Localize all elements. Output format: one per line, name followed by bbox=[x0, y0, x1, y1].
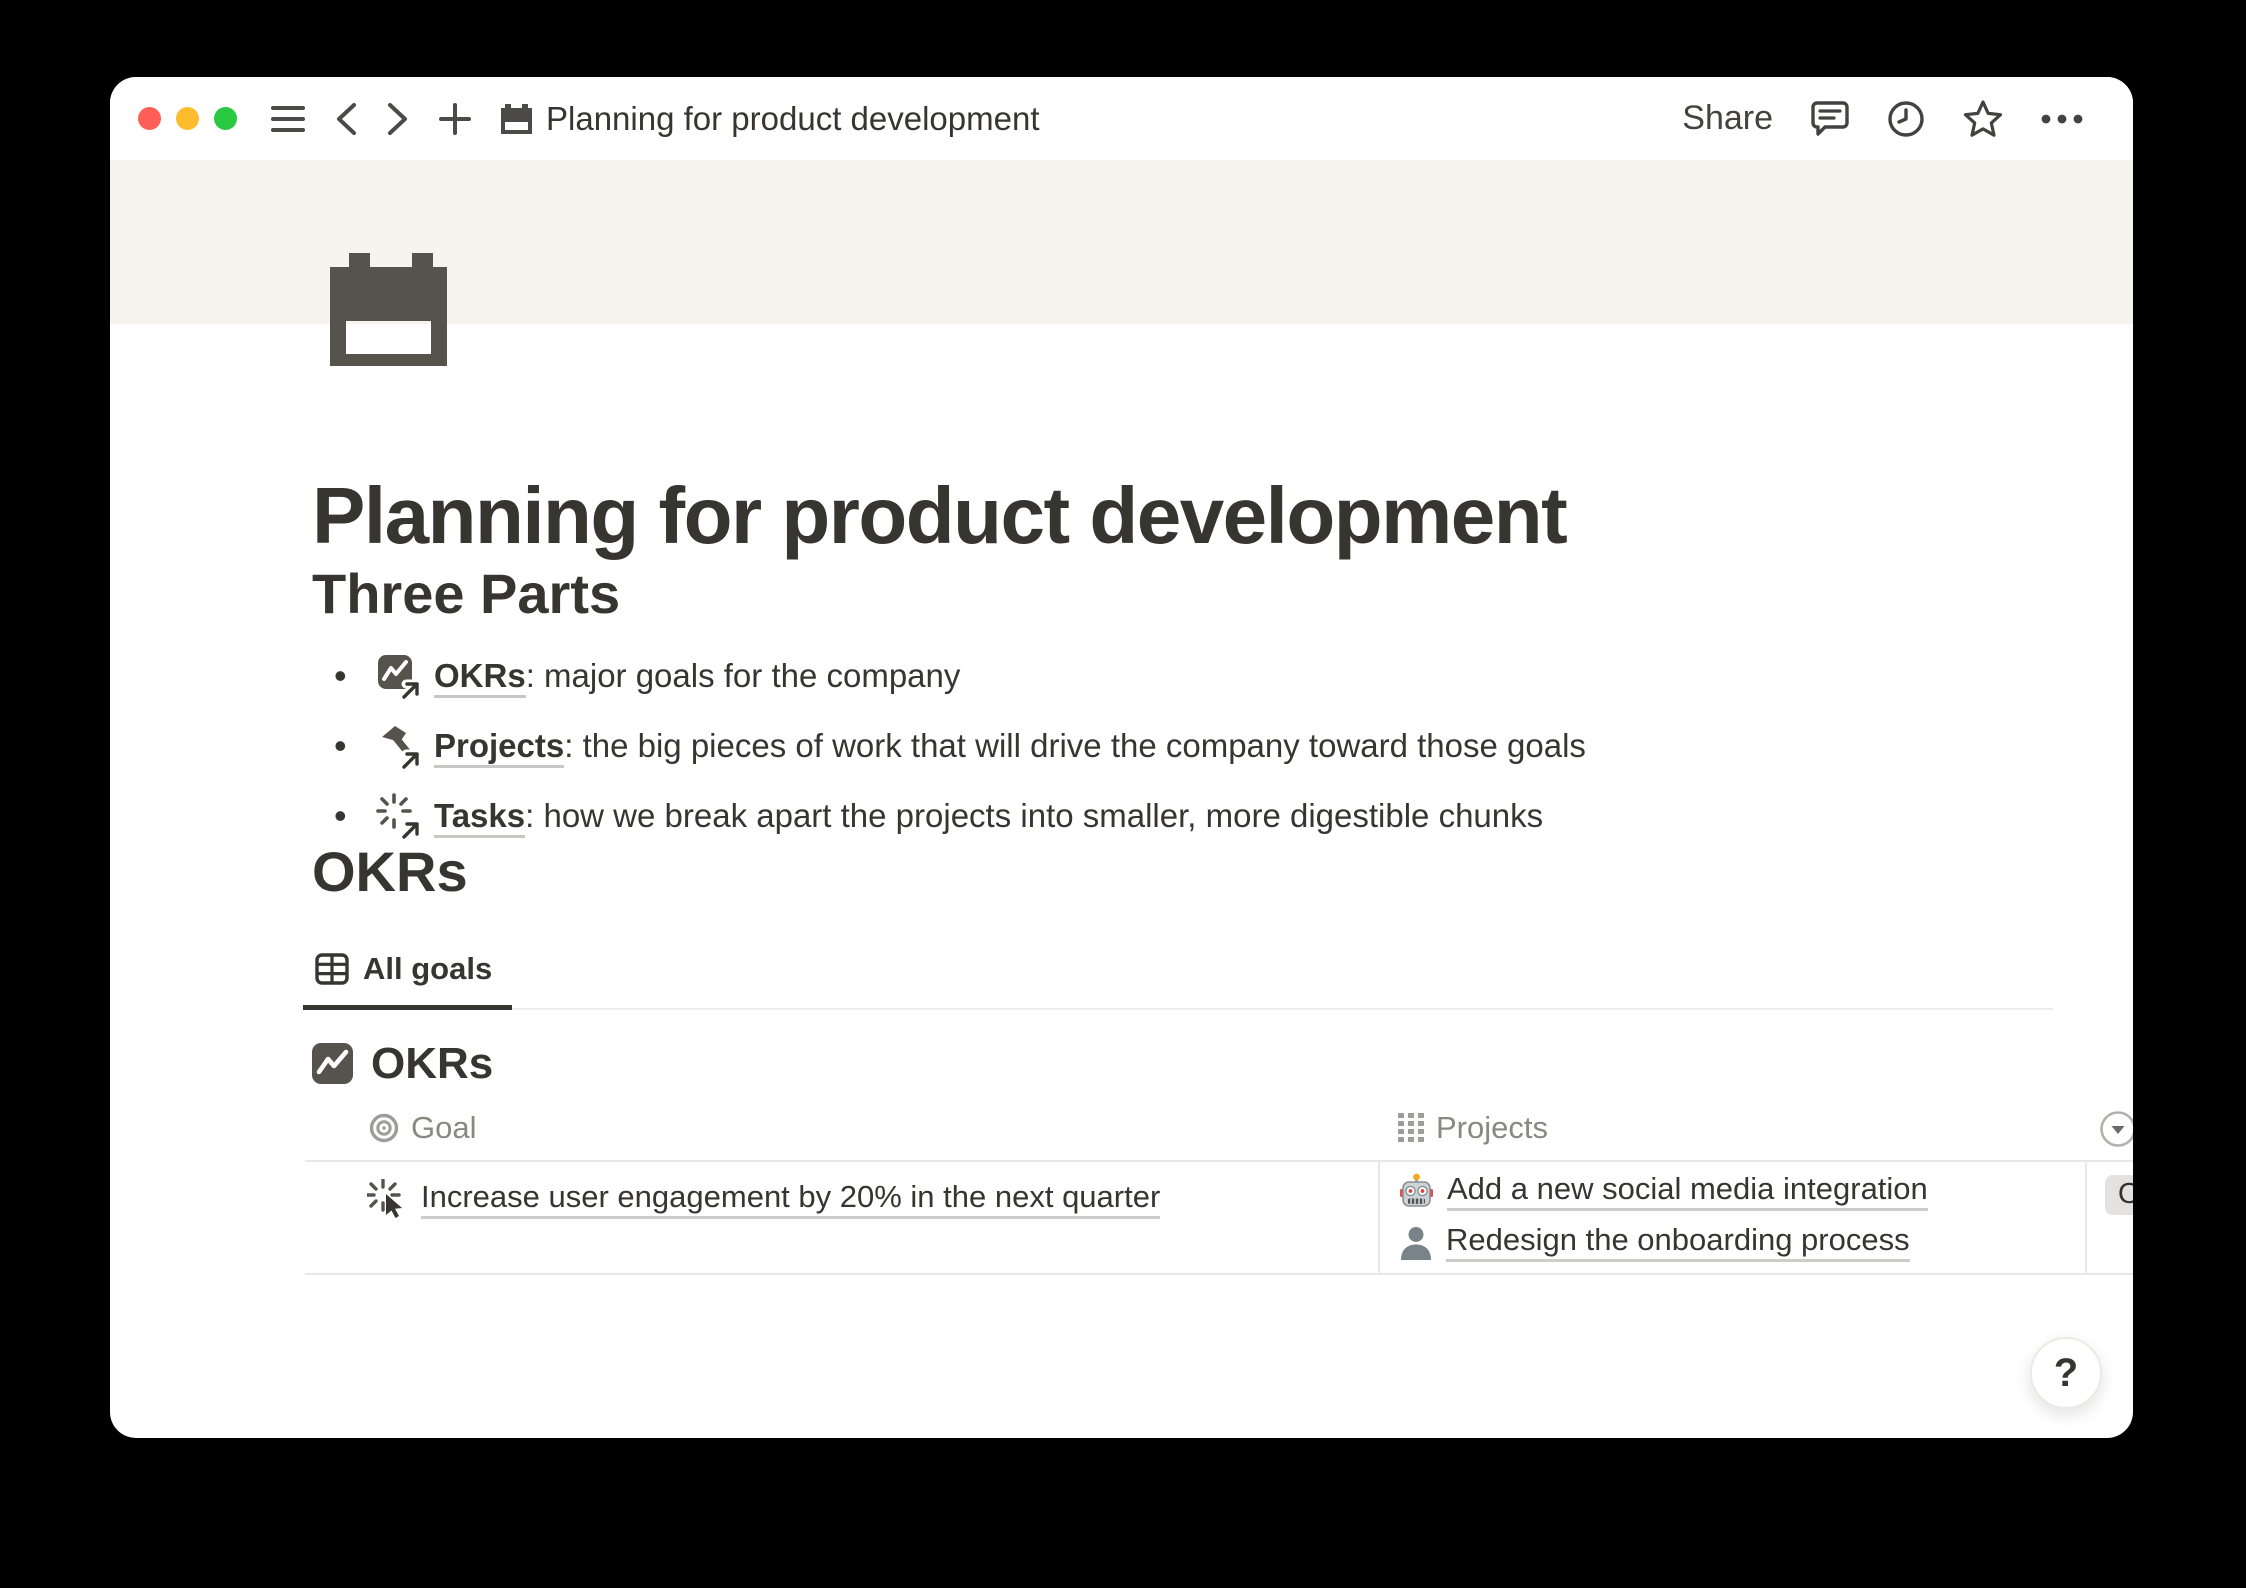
goal-page-link[interactable]: Increase user engagement by 20% in the n… bbox=[421, 1179, 1160, 1219]
database-chart-icon bbox=[312, 1043, 353, 1084]
column-header-goal[interactable]: Goal bbox=[305, 1110, 1378, 1146]
traffic-lights bbox=[138, 107, 237, 130]
target-icon bbox=[369, 1113, 399, 1143]
status-cell[interactable]: O bbox=[2087, 1162, 2133, 1273]
close-window-button[interactable] bbox=[138, 107, 161, 130]
project-page-link[interactable]: Redesign the onboarding process bbox=[1446, 1222, 1910, 1262]
tab-all-goals-label: All goals bbox=[363, 951, 492, 987]
page-calendar-icon[interactable] bbox=[330, 253, 447, 366]
list-item[interactable]: • OKRs: major goals for the company bbox=[312, 652, 2133, 700]
database-view-tabs: All goals bbox=[303, 945, 2053, 1010]
column-header-projects-label: Projects bbox=[1436, 1110, 1548, 1146]
goals-table: Goal Projects bbox=[305, 1096, 2133, 1275]
titlebar-page-title: Planning for product development bbox=[546, 100, 1040, 138]
sidebar-menu-icon[interactable] bbox=[271, 106, 305, 132]
help-button[interactable]: ? bbox=[2030, 1337, 2102, 1409]
list-item[interactable]: • Projects: the big pieces of work that … bbox=[312, 722, 2133, 770]
tab-all-goals[interactable]: All goals bbox=[303, 945, 512, 1010]
column-header-goal-label: Goal bbox=[411, 1110, 476, 1146]
column-header-projects[interactable]: Projects bbox=[1378, 1110, 2087, 1146]
doc-calendar-icon bbox=[501, 104, 532, 134]
titlebar: Planning for product development Share bbox=[110, 77, 2133, 160]
favorite-star-icon[interactable] bbox=[1963, 100, 2003, 138]
more-options-icon[interactable] bbox=[2041, 114, 2083, 124]
goal-spark-cursor-icon bbox=[367, 1179, 407, 1219]
comments-icon[interactable] bbox=[1811, 101, 1849, 137]
projects-page-link[interactable]: Projects bbox=[434, 727, 564, 768]
tasks-spark-link-icon bbox=[376, 793, 422, 839]
table-header-row: Goal Projects bbox=[305, 1096, 2133, 1160]
okrs-chart-link-icon bbox=[376, 653, 422, 699]
share-button[interactable]: Share bbox=[1682, 99, 1773, 138]
heading-three-parts[interactable]: Three Parts bbox=[312, 562, 2133, 626]
robot-emoji-icon bbox=[1398, 1173, 1435, 1210]
okrs-database: OKRs Goal Projects bbox=[312, 1040, 2133, 1275]
page-title[interactable]: Planning for product development bbox=[312, 470, 2133, 562]
heading-okrs[interactable]: OKRs bbox=[312, 840, 2133, 904]
projects-hammer-link-icon bbox=[376, 723, 422, 769]
projects-cell[interactable]: Add a new social media integration Redes… bbox=[1378, 1162, 2087, 1273]
okrs-page-link[interactable]: OKRs bbox=[434, 657, 526, 698]
goal-cell[interactable]: Increase user engagement by 20% in the n… bbox=[305, 1162, 1378, 1273]
tasks-page-link[interactable]: Tasks bbox=[434, 797, 525, 838]
relation-grid-icon bbox=[1398, 1113, 1424, 1143]
forward-icon[interactable] bbox=[387, 102, 409, 136]
person-silhouette-icon bbox=[1398, 1224, 1434, 1261]
project-page-link[interactable]: Add a new social media integration bbox=[1447, 1171, 1928, 1211]
table-view-icon bbox=[315, 953, 349, 985]
database-title[interactable]: OKRs bbox=[371, 1039, 493, 1089]
new-tab-icon[interactable] bbox=[439, 103, 471, 135]
bullet-list: • OKRs: major goals for the company • bbox=[312, 652, 2133, 840]
hidden-columns-chevron-icon[interactable] bbox=[2099, 1110, 2133, 1148]
table-row: Increase user engagement by 20% in the n… bbox=[305, 1160, 2133, 1275]
zoom-window-button[interactable] bbox=[214, 107, 237, 130]
notion-window: Planning for product development Share P… bbox=[110, 77, 2133, 1438]
status-badge[interactable]: O bbox=[2105, 1175, 2133, 1215]
back-icon[interactable] bbox=[335, 102, 357, 136]
history-clock-icon[interactable] bbox=[1887, 100, 1925, 138]
list-item[interactable]: • Tasks: how we break apart the projects… bbox=[312, 792, 2133, 840]
minimize-window-button[interactable] bbox=[176, 107, 199, 130]
